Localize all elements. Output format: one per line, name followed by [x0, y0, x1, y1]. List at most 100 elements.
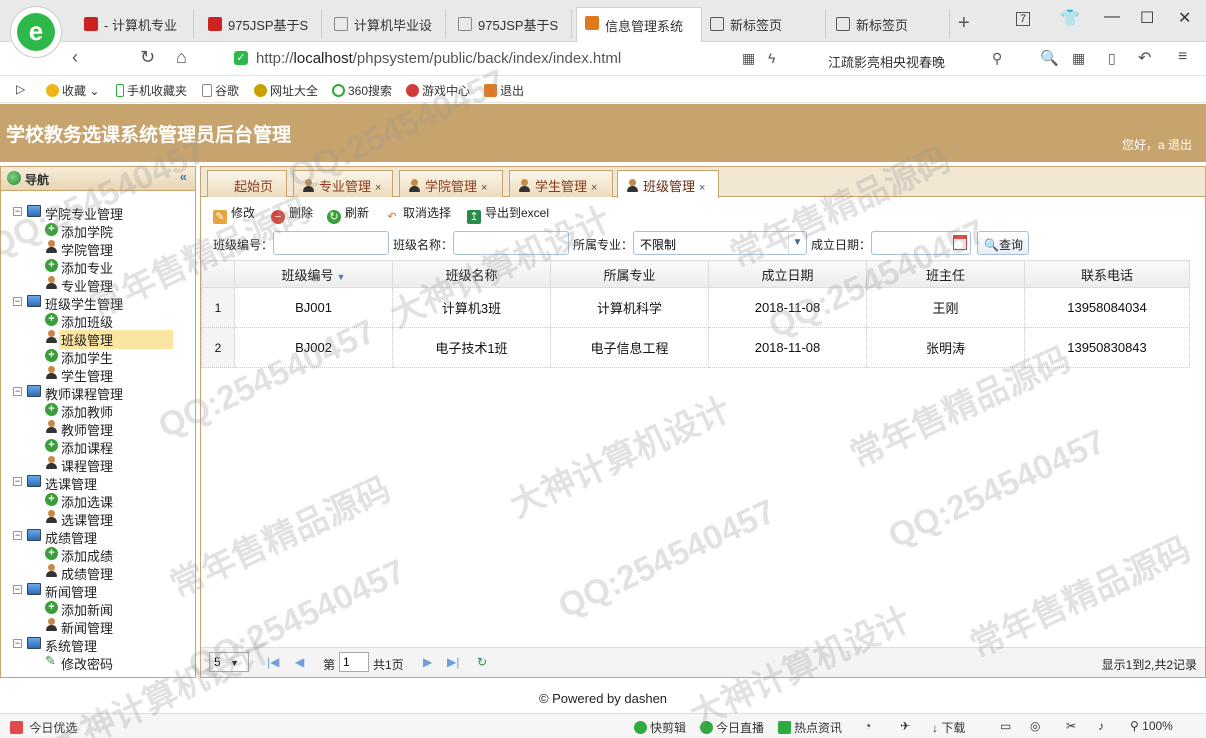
bookmark-logout[interactable]: 退出	[484, 82, 524, 99]
tab-major-manage[interactable]: 专业管理 ×	[293, 170, 393, 197]
cell-major[interactable]: 计算机科学	[550, 287, 709, 328]
download-button[interactable]: ↓ 下载	[932, 719, 965, 736]
speed-icon[interactable]: ◔	[864, 719, 871, 733]
browser-tab-7[interactable]: 新标签页	[828, 9, 950, 39]
cell-phone[interactable]: 13950830843	[1024, 327, 1190, 368]
cell-date[interactable]: 2018-11-08	[708, 287, 867, 328]
collapse-toggle-icon[interactable]: −	[13, 207, 22, 216]
tab-student-manage[interactable]: 学生管理 ×	[509, 170, 613, 197]
column-header-class-no[interactable]: 班级编号 ▼	[234, 260, 393, 288]
back-icon[interactable]: ‹	[72, 47, 78, 68]
collapse-toggle-icon[interactable]: −	[13, 639, 22, 648]
query-button[interactable]: 🔍查询	[977, 231, 1029, 255]
cell-class-name[interactable]: 计算机3班	[392, 287, 551, 328]
last-page-icon[interactable]: ▶|	[447, 655, 459, 669]
quick-clip[interactable]: 快剪辑	[634, 719, 686, 736]
collapse-toggle-icon[interactable]: −	[13, 387, 22, 396]
browser-tab-3[interactable]: 计算机毕业设	[326, 9, 446, 39]
undo-icon[interactable]: ↶	[1138, 48, 1151, 68]
bookmark-mobile[interactable]: 手机收藏夹	[116, 82, 187, 99]
cell-major[interactable]: 电子信息工程	[550, 327, 709, 368]
export-excel-button[interactable]: ↥ 导出到excel	[467, 204, 549, 224]
browser-tab-1[interactable]: - 计算机专业	[76, 9, 194, 39]
browser-tab-5-active[interactable]: 信息管理系统	[576, 7, 702, 42]
browser-logo-icon[interactable]: e	[10, 6, 62, 58]
bookmark-favorites[interactable]: 收藏 ⌄	[46, 82, 99, 99]
cancel-select-button[interactable]: ↶ 取消选择	[385, 204, 451, 224]
qr-icon[interactable]: ▦	[742, 50, 755, 67]
class-no-input[interactable]	[273, 231, 389, 255]
new-tab-button[interactable]: +	[958, 12, 970, 35]
calendar-icon[interactable]	[953, 235, 967, 250]
table-row[interactable]: 1 BJ001 计算机3班 计算机科学 2018-11-08 王刚 139580…	[201, 287, 1190, 328]
clean-icon[interactable]: ✈	[900, 719, 910, 733]
tab-college-manage[interactable]: 学院管理 ×	[399, 170, 503, 197]
live-today[interactable]: 今日直播	[700, 719, 764, 736]
browser-icon[interactable]: ◎	[1030, 719, 1040, 733]
scissors-icon[interactable]: ✂	[1066, 719, 1076, 733]
bookmark-sites[interactable]: 网址大全	[254, 82, 318, 99]
tab-count-badge[interactable]: 7	[1016, 12, 1031, 26]
browser-tab-6[interactable]: 新标签页	[702, 9, 826, 39]
today-picks[interactable]: 今日优选	[10, 719, 77, 736]
collapse-toggle-icon[interactable]: −	[13, 297, 22, 306]
menu-icon[interactable]: ≡	[1178, 48, 1187, 66]
cell-phone[interactable]: 13958084034	[1024, 287, 1190, 328]
bookmark-games[interactable]: 游戏中心	[406, 82, 470, 99]
date-input[interactable]	[871, 231, 971, 255]
shirt-icon[interactable]: 👕	[1060, 8, 1080, 28]
apps-icon[interactable]: ▦	[1072, 50, 1085, 67]
tab-close-icon[interactable]: ×	[481, 182, 487, 194]
reload-icon[interactable]: ↻	[140, 47, 155, 68]
class-name-input[interactable]	[453, 231, 569, 255]
table-row[interactable]: 2 BJ002 电子技术1班 电子信息工程 2018-11-08 张明涛 139…	[201, 327, 1190, 368]
column-header-teacher[interactable]: 班主任	[866, 260, 1025, 288]
url-input[interactable]: ✓ http://localhost/phpsystem/public/back/…	[230, 47, 790, 71]
column-header-date[interactable]: 成立日期	[708, 260, 867, 288]
home-icon[interactable]: ⌂	[176, 47, 187, 68]
first-page-icon[interactable]: |◀	[267, 655, 279, 669]
page-size-select[interactable]: 5 ▼	[209, 652, 249, 672]
search-icon[interactable]: ⚲	[992, 50, 1002, 67]
phone-icon[interactable]: ▯	[1108, 50, 1116, 67]
edit-button[interactable]: ✎ 修改	[213, 204, 255, 224]
tab-close-icon[interactable]: ×	[591, 182, 597, 194]
cell-class-name[interactable]: 电子技术1班	[392, 327, 551, 368]
logout-link[interactable]: 退出	[1168, 138, 1192, 152]
next-page-icon[interactable]: ▶	[423, 655, 432, 669]
sound-icon[interactable]: ♪	[1098, 719, 1104, 733]
column-header-class-name[interactable]: 班级名称	[392, 260, 551, 288]
collapse-icon[interactable]: «	[180, 169, 187, 184]
monitor-icon[interactable]: ▭	[1000, 719, 1011, 733]
sidebar-toggle-icon[interactable]: ▷	[16, 82, 25, 96]
column-header-phone[interactable]: 联系电话	[1024, 260, 1190, 288]
cell-teacher[interactable]: 王刚	[866, 287, 1025, 328]
minimize-icon[interactable]: —	[1104, 8, 1120, 26]
tab-close-icon[interactable]: ×	[375, 182, 381, 194]
bookmark-google[interactable]: 谷歌	[202, 82, 239, 99]
collapse-toggle-icon[interactable]: −	[13, 531, 22, 540]
tab-close-icon[interactable]: ×	[699, 182, 705, 194]
cell-date[interactable]: 2018-11-08	[708, 327, 867, 368]
browser-tab-4[interactable]: 975JSP基于S	[450, 9, 572, 39]
maximize-icon[interactable]: ☐	[1140, 8, 1154, 28]
reload-icon[interactable]: ↻	[477, 655, 487, 669]
tab-class-manage-active[interactable]: 班级管理 ×	[617, 170, 719, 198]
cell-class-no[interactable]: BJ002	[234, 327, 393, 368]
hot-news[interactable]: 热点资讯	[778, 719, 842, 736]
collapse-toggle-icon[interactable]: −	[13, 477, 22, 486]
refresh-button[interactable]: ↻ 刷新	[327, 204, 369, 224]
cell-class-no[interactable]: BJ001	[234, 287, 393, 328]
column-header-major[interactable]: 所属专业	[550, 260, 709, 288]
page-number-input[interactable]: 1	[339, 652, 369, 672]
close-icon[interactable]: ✕	[1178, 8, 1191, 28]
prev-page-icon[interactable]: ◀	[295, 655, 304, 669]
collapse-toggle-icon[interactable]: −	[13, 585, 22, 594]
tab-home[interactable]: 起始页	[207, 170, 287, 197]
zoom-level[interactable]: ⚲ 100%	[1130, 719, 1173, 733]
bookmark-360search[interactable]: 360搜索	[332, 82, 392, 99]
magnifier-icon[interactable]: 🔍	[1040, 49, 1059, 67]
delete-button[interactable]: − 删除	[271, 204, 313, 224]
search-hint[interactable]: 江疏影亮相央视春晚	[828, 52, 945, 71]
lightning-icon[interactable]: ϟ	[768, 50, 775, 66]
